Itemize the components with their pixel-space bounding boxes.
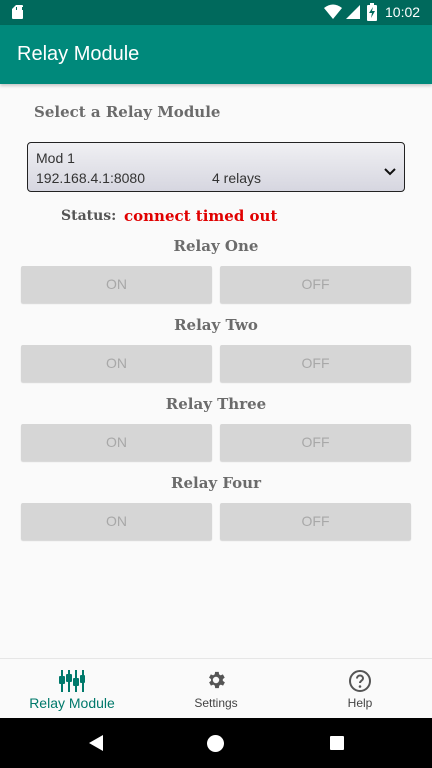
recents-icon[interactable] — [330, 736, 344, 750]
status-label: Status: — [61, 208, 117, 224]
module-relay-count: 4 relays — [212, 170, 262, 186]
relay-three-off-button[interactable]: OFF — [220, 424, 411, 461]
relay-three-on-button[interactable]: ON — [21, 424, 212, 461]
cell-signal-icon — [346, 5, 360, 19]
wifi-icon — [324, 4, 342, 19]
chevron-down-icon — [384, 168, 396, 176]
nav-label: Settings — [194, 696, 238, 710]
help-circle-icon — [349, 670, 371, 692]
module-name: Mod 1 — [36, 150, 75, 166]
module-address: 192.168.4.1:8080 — [36, 170, 145, 186]
relay-four-on-button[interactable]: ON — [21, 503, 212, 540]
system-navigation-bar — [0, 718, 432, 768]
nav-relay-module[interactable]: Relay Module — [0, 659, 144, 719]
app-bar: Relay Module — [0, 25, 432, 84]
sd-card-icon — [12, 5, 23, 19]
relay-title: Relay Two — [174, 316, 258, 334]
gear-icon — [209, 671, 225, 689]
battery-charging-icon — [367, 3, 377, 21]
relay-title: Relay Four — [170, 474, 261, 492]
bottom-navigation: Relay Module Settings Help — [0, 658, 432, 718]
back-icon[interactable] — [88, 734, 104, 752]
relay-two-off-button[interactable]: OFF — [220, 345, 411, 382]
module-dropdown[interactable]: Mod 1 192.168.4.1:8080 4 relays — [27, 142, 405, 192]
relay-two-on-button[interactable]: ON — [21, 345, 212, 382]
select-module-label: Select a Relay Module — [34, 103, 221, 121]
nav-label: Relay Module — [29, 695, 115, 711]
home-icon[interactable] — [207, 735, 224, 752]
status-bar: 10:02 — [0, 0, 432, 25]
relay-sliders-icon — [59, 670, 85, 692]
status-value: connect timed out — [124, 207, 278, 225]
relay-title: Relay One — [173, 237, 259, 255]
relay-four-off-button[interactable]: OFF — [220, 503, 411, 540]
page-title: Relay Module — [17, 43, 140, 65]
nav-help[interactable]: Help — [288, 659, 432, 719]
relay-one-off-button[interactable]: OFF — [220, 266, 411, 303]
nav-settings[interactable]: Settings — [144, 659, 288, 719]
nav-label: Help — [347, 696, 373, 710]
relay-title: Relay Three — [165, 395, 267, 413]
relay-one-on-button[interactable]: ON — [21, 266, 212, 303]
clock: 10:02 — [385, 4, 421, 20]
